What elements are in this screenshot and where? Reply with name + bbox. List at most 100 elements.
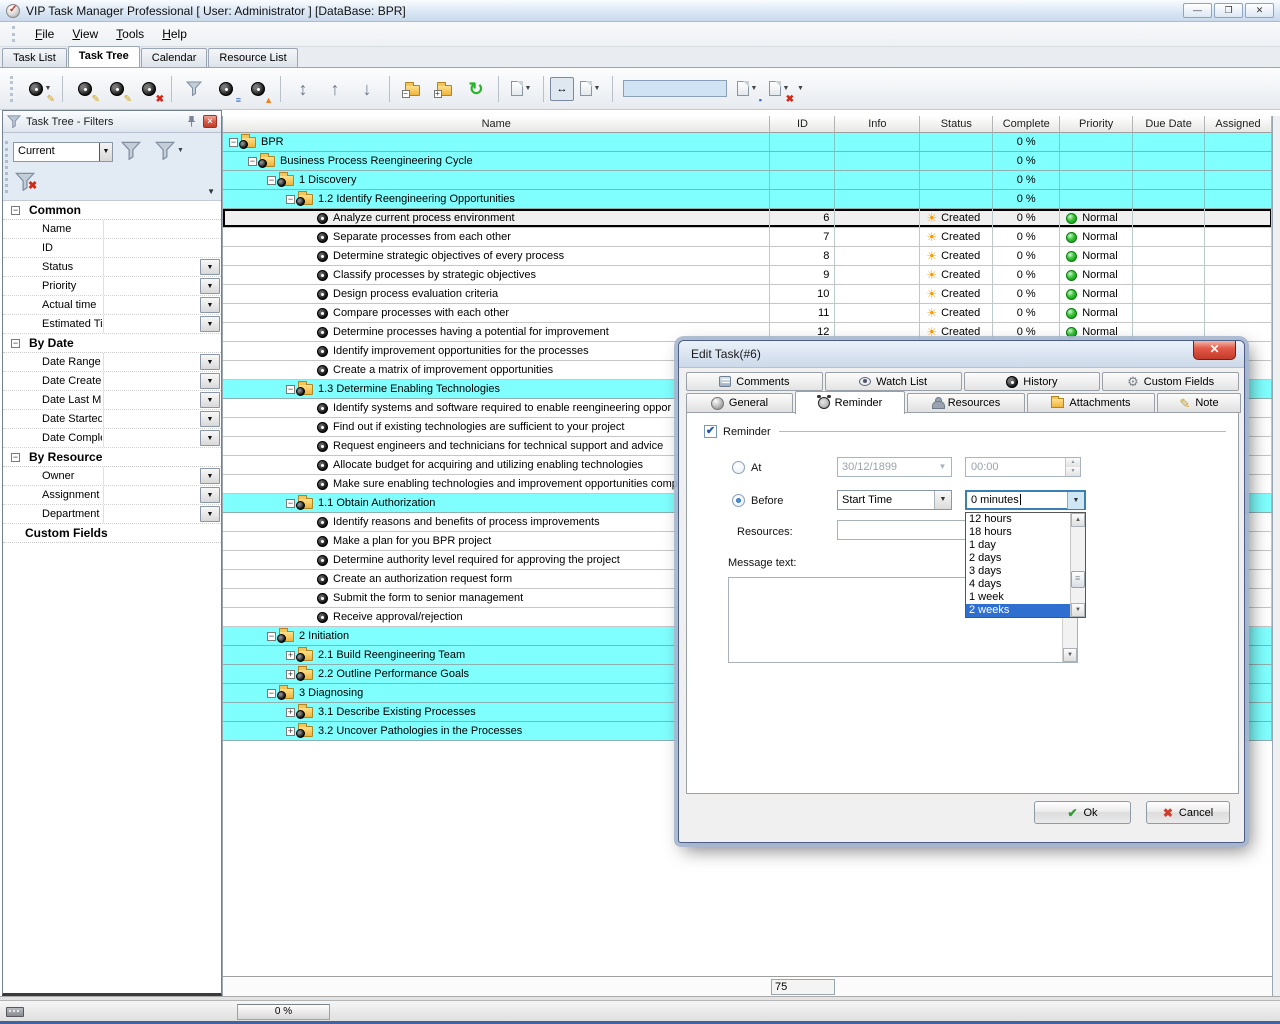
- column-header-assigned[interactable]: Assigned: [1205, 116, 1272, 133]
- filter-row-date-comple[interactable]: Date Comple▼: [3, 429, 221, 448]
- tree-row[interactable]: Determine strategic objectives of every …: [223, 247, 1272, 266]
- clear-filter-button[interactable]: ✖: [15, 171, 37, 192]
- dropdown-option[interactable]: 18 hours: [966, 526, 1070, 539]
- filter-row-date-create[interactable]: Date Create▼: [3, 372, 221, 391]
- delete-task-button[interactable]: ✖: [135, 75, 163, 103]
- collapse-icon[interactable]: −: [11, 206, 20, 215]
- cancel-button[interactable]: ✖Cancel: [1146, 801, 1230, 824]
- menu-view[interactable]: View: [63, 23, 107, 45]
- chevron-down-icon[interactable]: ▼: [200, 487, 220, 503]
- close-button[interactable]: ✕: [1245, 3, 1274, 18]
- restore-button[interactable]: ❐: [1214, 3, 1243, 18]
- dropdown-option[interactable]: 1 day: [966, 539, 1070, 552]
- spin-down-icon[interactable]: ▼: [1066, 467, 1080, 476]
- dropdown-option[interactable]: 2 days: [966, 552, 1070, 565]
- filter-preset-select[interactable]: Current▼: [13, 142, 113, 162]
- scroll-up-icon[interactable]: ▲: [1071, 513, 1085, 527]
- menu-tools[interactable]: Tools: [107, 23, 153, 45]
- at-date-field[interactable]: 30/12/1899 ▼: [837, 457, 952, 477]
- dropdown-option[interactable]: 2 weeks: [966, 604, 1070, 617]
- filter-row-actual-time[interactable]: Actual time▼: [3, 296, 221, 315]
- collapse-icon[interactable]: −: [267, 689, 276, 698]
- chevron-down-icon[interactable]: ▼: [200, 430, 220, 446]
- column-header-priority[interactable]: Priority: [1060, 116, 1133, 133]
- collapse-icon[interactable]: −: [229, 138, 238, 147]
- tree-row[interactable]: Analyze current process environment6☀Cre…: [223, 209, 1272, 228]
- chevron-down-icon[interactable]: ▼: [1067, 492, 1084, 509]
- at-time-field[interactable]: 00:00 ▲▼: [965, 457, 1081, 477]
- column-header-status[interactable]: Status: [920, 116, 993, 133]
- expand-icon[interactable]: +: [286, 708, 295, 717]
- dialog-tab-history[interactable]: History: [964, 372, 1101, 391]
- dialog-tab-note[interactable]: ✎Note: [1157, 393, 1241, 413]
- filter-row-owner[interactable]: Owner▼: [3, 467, 221, 486]
- dialog-close-button[interactable]: ✕: [1193, 341, 1236, 360]
- before-radio[interactable]: [732, 494, 745, 507]
- dialog-tab-watch-list[interactable]: Watch List: [825, 372, 962, 391]
- dropdown-scrollbar[interactable]: ▲ ▼: [1070, 513, 1085, 617]
- dialog-tab-general[interactable]: General: [686, 393, 793, 413]
- collapse-icon[interactable]: −: [286, 385, 295, 394]
- move-task-button[interactable]: ↕: [289, 75, 317, 103]
- pin-icon[interactable]: [186, 116, 197, 127]
- move-up-button[interactable]: ↑: [321, 75, 349, 103]
- apply-filter-button[interactable]: [121, 141, 141, 160]
- chevron-down-icon[interactable]: ▼: [200, 259, 220, 275]
- export-button[interactable]: ▼: [507, 75, 535, 103]
- tree-row[interactable]: −BPR0 %: [223, 133, 1272, 152]
- chevron-down-icon[interactable]: ▼: [200, 278, 220, 294]
- expand-all-button[interactable]: +: [430, 75, 458, 103]
- search-input[interactable]: [623, 80, 727, 97]
- collapse-icon[interactable]: −: [267, 632, 276, 641]
- filter-row-priority[interactable]: Priority▼: [3, 277, 221, 296]
- expand-icon[interactable]: +: [286, 651, 295, 660]
- save-filter-button[interactable]: ▼: [155, 141, 184, 160]
- tree-row[interactable]: Classify processes by strategic objectiv…: [223, 266, 1272, 285]
- filter-row-date-range[interactable]: Date Range▼: [3, 353, 221, 372]
- task-time-button[interactable]: ≡: [212, 75, 240, 103]
- chevron-down-icon[interactable]: ▼: [200, 468, 220, 484]
- before-anchor-select[interactable]: Start Time ▼: [837, 490, 952, 510]
- filter-row-date-last-m[interactable]: Date Last M▼: [3, 391, 221, 410]
- dropdown-option[interactable]: 3 days: [966, 565, 1070, 578]
- tree-row[interactable]: −Business Process Reengineering Cycle0 %: [223, 152, 1272, 171]
- menu-file[interactable]: File: [26, 23, 63, 45]
- tree-row[interactable]: Compare processes with each other11☀Crea…: [223, 304, 1272, 323]
- dropdown-option[interactable]: 4 days: [966, 578, 1070, 591]
- collapse-icon[interactable]: −: [248, 157, 257, 166]
- column-header-info[interactable]: Info: [835, 116, 920, 133]
- refresh-button[interactable]: ↻: [462, 75, 490, 103]
- scroll-down-icon[interactable]: ▼: [1071, 603, 1085, 617]
- dialog-tab-custom-fields[interactable]: ⚙Custom Fields: [1102, 372, 1239, 391]
- chevron-down-icon[interactable]: ▼: [99, 143, 112, 161]
- chevron-down-icon[interactable]: ▼: [200, 373, 220, 389]
- filter-row-assignment[interactable]: Assignment▼: [3, 486, 221, 505]
- collapse-all-button[interactable]: −: [398, 75, 426, 103]
- tree-row[interactable]: −1.2 Identify Reengineering Opportunitie…: [223, 190, 1272, 209]
- filter-row-date-started[interactable]: Date Started▼: [3, 410, 221, 429]
- chevron-down-icon[interactable]: ▼: [200, 297, 220, 313]
- tab-resource-list[interactable]: Resource List: [208, 48, 297, 67]
- column-header-complete[interactable]: Complete: [993, 116, 1060, 133]
- filter-section-custom-fields[interactable]: Custom Fields: [3, 524, 221, 543]
- column-chooser-button[interactable]: ▼: [576, 75, 604, 103]
- scroll-thumb[interactable]: [1071, 571, 1085, 588]
- tab-task-list[interactable]: Task List: [2, 48, 67, 67]
- move-down-button[interactable]: ↓: [353, 75, 381, 103]
- collapse-icon[interactable]: −: [11, 339, 20, 348]
- dialog-title-bar[interactable]: Edit Task(#6): [679, 341, 1244, 368]
- chevron-down-icon[interactable]: ▼: [200, 506, 220, 522]
- toolbar-overflow-button[interactable]: ▼: [797, 85, 804, 92]
- dropdown-option[interactable]: 1 week: [966, 591, 1070, 604]
- chevron-down-icon[interactable]: ▼: [200, 316, 220, 332]
- tree-row[interactable]: Design process evaluation criteria10☀Cre…: [223, 285, 1272, 304]
- spin-up-icon[interactable]: ▲: [1066, 458, 1080, 467]
- tree-row[interactable]: Separate processes from each other7☀Crea…: [223, 228, 1272, 247]
- collapse-icon[interactable]: −: [286, 195, 295, 204]
- tab-calendar[interactable]: Calendar: [141, 48, 208, 67]
- tab-task-tree[interactable]: Task Tree: [68, 46, 140, 67]
- filter-row-name[interactable]: Name: [3, 220, 221, 239]
- chevron-down-icon[interactable]: ▼: [200, 354, 220, 370]
- column-header-id[interactable]: ID: [770, 116, 835, 133]
- filter-row-estimated-ti[interactable]: Estimated Ti▼: [3, 315, 221, 334]
